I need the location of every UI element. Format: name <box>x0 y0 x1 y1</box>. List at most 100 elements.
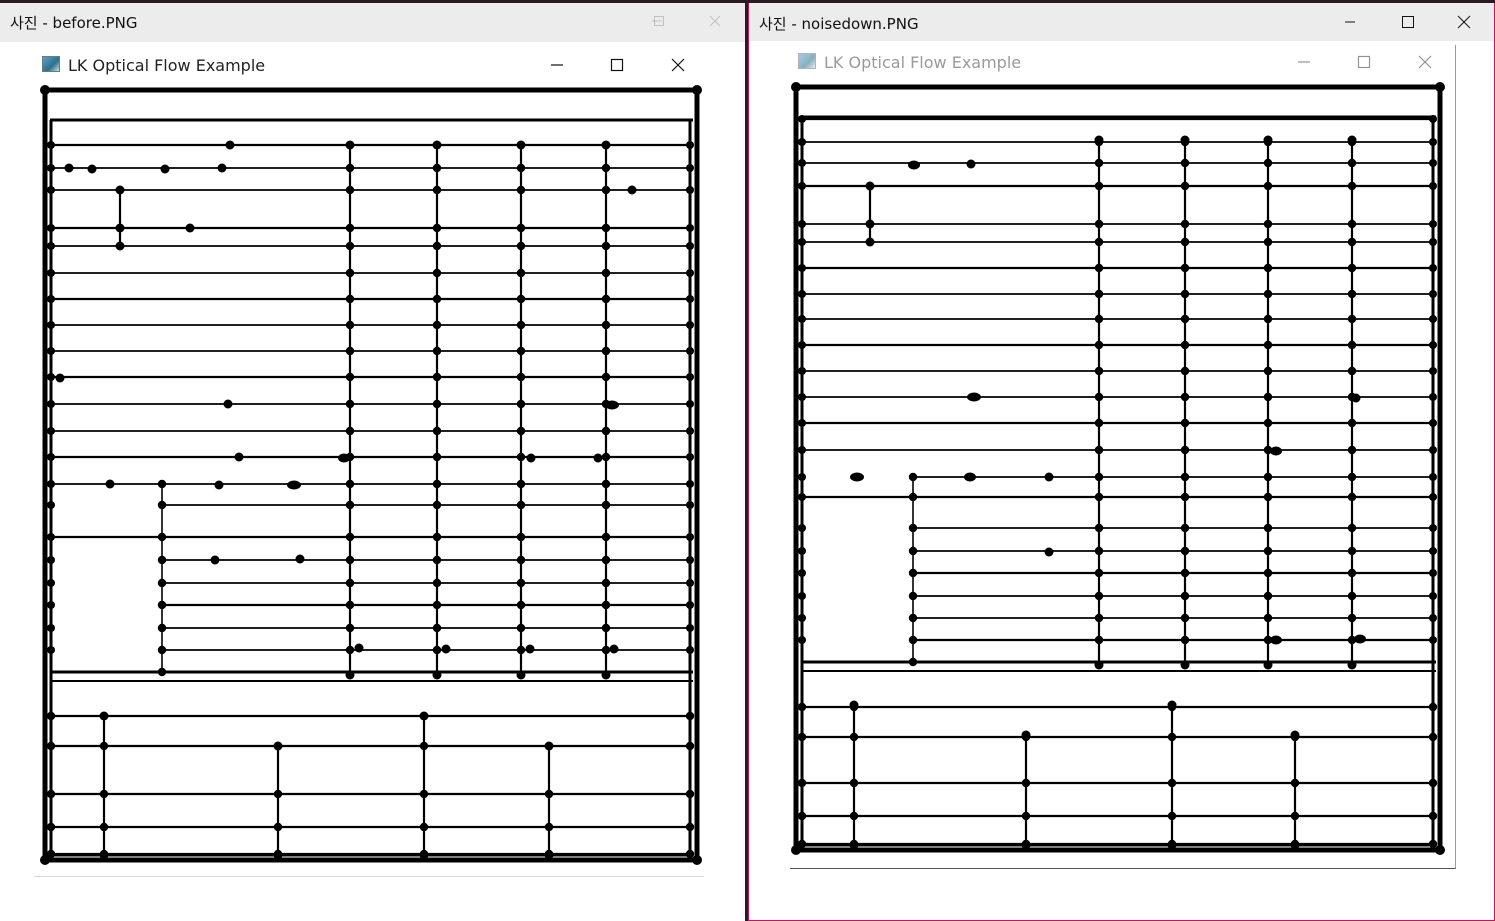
node-dot <box>1094 546 1104 556</box>
node-dot <box>64 163 74 173</box>
node-dot <box>601 600 611 610</box>
node-dot <box>516 452 526 462</box>
node-dot <box>419 789 429 799</box>
node-dot <box>432 163 442 173</box>
node-dot <box>908 635 918 645</box>
node-dot <box>1290 778 1300 788</box>
node-dot <box>55 373 65 383</box>
node-dot <box>99 711 109 721</box>
node-dot <box>1435 845 1445 855</box>
node-dot <box>1094 492 1104 502</box>
node-dot <box>601 452 611 462</box>
node-dot <box>1180 445 1190 455</box>
node-dot <box>1180 366 1190 376</box>
node-dot <box>99 822 109 832</box>
node-dot <box>1429 238 1437 246</box>
node-dot <box>1429 159 1437 167</box>
node-dot <box>1094 591 1104 601</box>
node-dot <box>908 160 920 170</box>
node-dot <box>601 185 611 195</box>
node-dot <box>791 82 801 92</box>
node-dot <box>225 140 235 150</box>
node-dot <box>345 223 355 233</box>
node-dot <box>1263 568 1273 578</box>
node-dot <box>627 185 637 195</box>
captured-lk-window: LK Optical Flow Example <box>790 45 1456 869</box>
node-dot <box>526 453 536 463</box>
node-dot <box>217 163 227 173</box>
optical-flow-frame-image <box>40 85 702 865</box>
node-dot <box>47 579 55 587</box>
node-dot <box>1429 419 1437 427</box>
node-dot <box>849 811 859 821</box>
node-dot <box>1180 392 1190 402</box>
node-dot <box>1094 613 1104 623</box>
node-dot <box>345 555 355 565</box>
node-dot <box>791 845 801 855</box>
node-dot <box>432 479 442 489</box>
node-dot <box>1263 219 1273 229</box>
node-dot <box>345 426 355 436</box>
node-dot <box>1429 524 1437 532</box>
maximize-icon <box>1402 16 1414 28</box>
node-dot <box>345 479 355 489</box>
node-dot <box>798 238 806 246</box>
node-dot <box>1263 591 1273 601</box>
close-button[interactable] <box>1441 5 1487 39</box>
node-dot <box>1263 314 1273 324</box>
node-dot <box>1263 289 1273 299</box>
node-dot <box>1263 613 1273 623</box>
node-dot <box>1094 263 1104 273</box>
close-icon <box>1457 15 1471 29</box>
node-dot <box>798 473 806 481</box>
node-dot <box>1429 592 1437 600</box>
minimize-button[interactable] <box>1327 5 1373 39</box>
node-dot <box>798 419 806 427</box>
node-dot <box>686 347 694 355</box>
node-dot <box>1347 660 1357 670</box>
node-dot <box>865 219 875 229</box>
node-dot <box>345 578 355 588</box>
node-dot <box>516 500 526 510</box>
node-dot <box>1429 547 1437 555</box>
node-dot <box>1180 289 1190 299</box>
node-dot <box>1428 702 1438 712</box>
node-dot <box>345 185 355 195</box>
node-dot <box>1429 367 1437 375</box>
node-dot <box>516 372 526 382</box>
node-dot <box>797 702 807 712</box>
node-dot <box>798 367 806 375</box>
node-dot <box>432 532 442 542</box>
node-dot <box>601 426 611 436</box>
node-dot <box>1263 263 1273 273</box>
maximize-button[interactable] <box>1385 5 1431 39</box>
node-dot <box>1347 366 1357 376</box>
node-dot <box>686 400 694 408</box>
node-dot <box>908 613 918 623</box>
node-dot <box>516 268 526 278</box>
node-dot <box>1263 546 1273 556</box>
node-dot <box>345 320 355 330</box>
node-dot <box>798 493 806 501</box>
photo-titlebar: 사진 - noisedown.PNG <box>749 1 1494 41</box>
maximize-button[interactable] <box>636 4 682 38</box>
node-dot <box>1263 418 1273 428</box>
node-dot <box>686 480 694 488</box>
node-dot <box>157 645 167 655</box>
node-dot <box>345 140 355 150</box>
node-dot <box>797 778 807 788</box>
node-dot <box>516 623 526 633</box>
node-dot <box>432 241 442 251</box>
node-dot <box>516 426 526 436</box>
node-dot <box>1180 523 1190 533</box>
node-dot <box>1429 138 1437 146</box>
node-dot <box>609 644 619 654</box>
node-dot <box>601 623 611 633</box>
close-button[interactable] <box>692 4 738 38</box>
node-dot <box>47 347 55 355</box>
node-dot <box>516 670 526 680</box>
node-dot <box>798 138 806 146</box>
node-dot <box>1180 568 1190 578</box>
node-dot <box>223 399 233 409</box>
node-dot <box>798 592 806 600</box>
